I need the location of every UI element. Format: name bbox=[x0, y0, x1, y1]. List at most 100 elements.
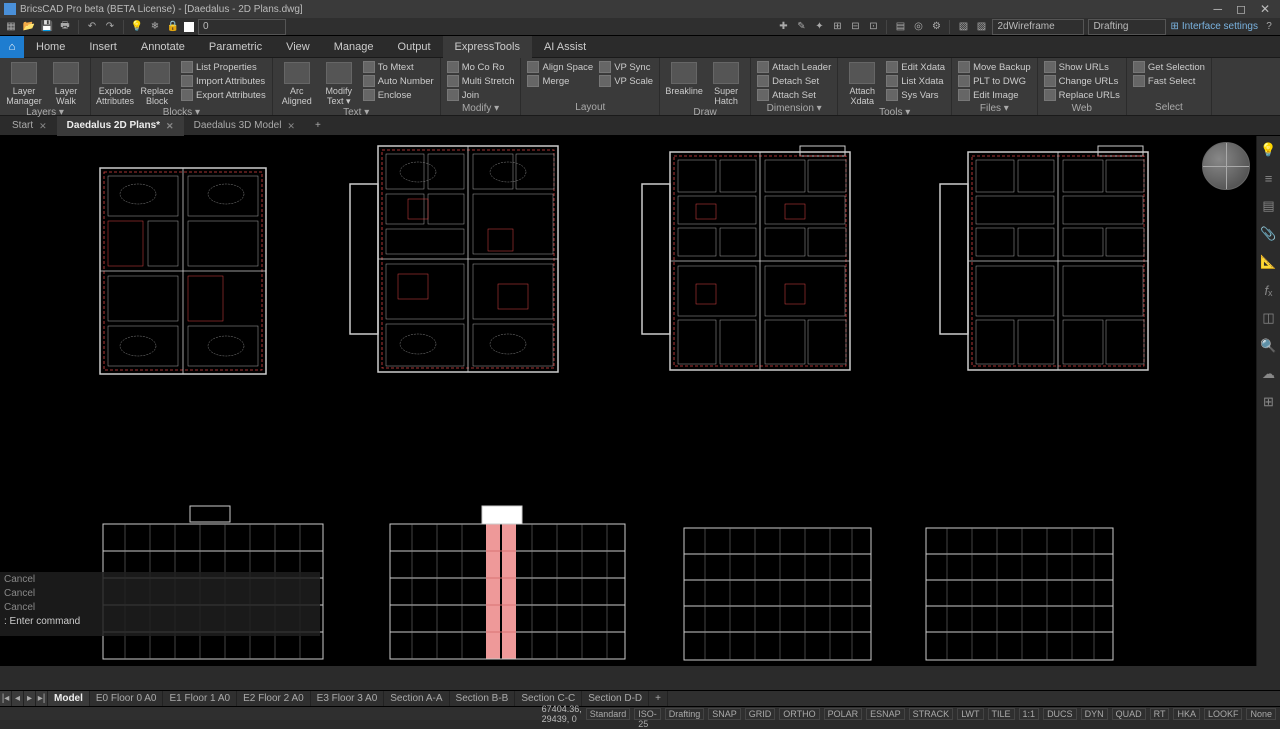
toggle-strack[interactable]: STRACK bbox=[909, 708, 954, 720]
enclose-button[interactable]: Enclose bbox=[361, 88, 436, 102]
breakline-button[interactable]: Breakline bbox=[664, 60, 704, 106]
tool-icon-11[interactable]: ▨ bbox=[974, 20, 988, 34]
tool-icon-4[interactable]: ⊞ bbox=[830, 20, 844, 34]
layers-panel-icon[interactable]: ≡ bbox=[1261, 170, 1277, 186]
attach-leader-button[interactable]: Attach Leader bbox=[755, 60, 833, 74]
panel-modify-label[interactable]: Modify ▾ bbox=[445, 102, 517, 115]
panel-tools-label[interactable]: Tools ▾ bbox=[842, 106, 947, 119]
fast-select-button[interactable]: Fast Select bbox=[1131, 74, 1207, 88]
tab-output[interactable]: Output bbox=[386, 36, 443, 58]
help-icon[interactable]: ? bbox=[1262, 20, 1276, 34]
new-icon[interactable]: ▦ bbox=[4, 20, 18, 34]
tool-icon-3[interactable]: ✦ bbox=[812, 20, 826, 34]
join-button[interactable]: Join bbox=[445, 88, 517, 102]
vp-scale-button[interactable]: VP Scale bbox=[597, 74, 655, 88]
get-selection-button[interactable]: Get Selection bbox=[1131, 60, 1207, 74]
view-navigator[interactable] bbox=[1202, 142, 1250, 190]
multi-stretch-button[interactable]: Multi Stretch bbox=[445, 74, 517, 88]
edit-image-button[interactable]: Edit Image bbox=[956, 88, 1033, 102]
toggle-lwt[interactable]: LWT bbox=[957, 708, 983, 720]
tab-view[interactable]: View bbox=[274, 36, 322, 58]
edit-xdata-button[interactable]: Edit Xdata bbox=[884, 60, 947, 74]
cmd-prompt[interactable]: : Enter command bbox=[4, 616, 316, 630]
tool-icon-5[interactable]: ⊟ bbox=[848, 20, 862, 34]
auto-number-button[interactable]: Auto Number bbox=[361, 74, 436, 88]
move-backup-button[interactable]: Move Backup bbox=[956, 60, 1033, 74]
search-icon[interactable]: 🔍 bbox=[1261, 338, 1277, 354]
list-xdata-button[interactable]: List Xdata bbox=[884, 74, 947, 88]
tool-icon-9[interactable]: ⚙ bbox=[929, 20, 943, 34]
replace-urls-button[interactable]: Replace URLs bbox=[1042, 88, 1122, 102]
tab-parametric[interactable]: Parametric bbox=[197, 36, 274, 58]
panel-blocks-label[interactable]: Blocks ▾ bbox=[95, 106, 268, 119]
drawing-canvas[interactable]: Cancel Cancel Cancel : Enter command bbox=[0, 136, 1280, 666]
blocks-icon[interactable]: ◫ bbox=[1261, 310, 1277, 326]
super-hatch-button[interactable]: Super Hatch bbox=[706, 60, 746, 106]
status-standard[interactable]: Standard bbox=[586, 708, 631, 720]
layer-bulb-icon[interactable]: 💡 bbox=[130, 20, 144, 34]
redo-icon[interactable]: ↷ bbox=[103, 20, 117, 34]
explode-attributes-button[interactable]: Explode Attributes bbox=[95, 60, 135, 106]
tab-expresstools[interactable]: ExpressTools bbox=[443, 36, 532, 58]
tool-icon-10[interactable]: ▧ bbox=[956, 20, 970, 34]
visual-style-combo[interactable]: 2dWireframe bbox=[992, 19, 1084, 35]
layout-tab-add[interactable]: + bbox=[649, 691, 668, 707]
status-none[interactable]: None bbox=[1246, 708, 1276, 720]
cloud-icon[interactable]: ☁ bbox=[1261, 366, 1277, 382]
sys-vars-button[interactable]: Sys Vars bbox=[884, 88, 947, 102]
parameters-icon[interactable]: 📐 bbox=[1261, 254, 1277, 270]
minimize-button[interactable]: ─ bbox=[1213, 2, 1222, 16]
import-attributes-button[interactable]: Import Attributes bbox=[179, 74, 268, 88]
tab-home[interactable]: Home bbox=[24, 36, 77, 58]
layer-combo[interactable]: 0 bbox=[198, 19, 286, 35]
layout-tab-dd[interactable]: Section D-D bbox=[582, 691, 649, 707]
toggle-grid[interactable]: GRID bbox=[745, 708, 776, 720]
panel-text-label[interactable]: Text ▾ bbox=[277, 106, 436, 119]
toggle-lookf[interactable]: LOOKF bbox=[1204, 708, 1243, 720]
toggle-scale[interactable]: 1:1 bbox=[1019, 708, 1040, 720]
attach-xdata-button[interactable]: Attach Xdata bbox=[842, 60, 882, 106]
layer-color-icon[interactable] bbox=[184, 22, 194, 32]
structure-icon[interactable]: ▤ bbox=[1261, 198, 1277, 214]
open-icon[interactable]: 📂 bbox=[22, 20, 36, 34]
layer-lock-icon[interactable]: 🔒 bbox=[166, 20, 180, 34]
save-icon[interactable]: 💾 bbox=[40, 20, 54, 34]
toggle-esnap[interactable]: ESNAP bbox=[866, 708, 905, 720]
modify-text-button[interactable]: Modify Text ▾ bbox=[319, 60, 359, 106]
layer-walk-button[interactable]: Layer Walk bbox=[46, 60, 86, 106]
panel-layers-label[interactable]: Layers ▾ bbox=[4, 106, 86, 119]
attach-set-button[interactable]: Attach Set bbox=[755, 88, 833, 102]
maximize-button[interactable]: ◻ bbox=[1236, 2, 1246, 16]
toggle-ortho[interactable]: ORTHO bbox=[779, 708, 819, 720]
tab-manage[interactable]: Manage bbox=[322, 36, 386, 58]
tab-annotate[interactable]: Annotate bbox=[129, 36, 197, 58]
status-workspace[interactable]: Drafting bbox=[665, 708, 705, 720]
close-button[interactable]: ✕ bbox=[1260, 2, 1270, 16]
detach-set-button[interactable]: Detach Set bbox=[755, 74, 833, 88]
layer-freeze-icon[interactable]: ❄ bbox=[148, 20, 162, 34]
toggle-hka[interactable]: HKA bbox=[1173, 708, 1200, 720]
attachments-icon[interactable]: 📎 bbox=[1261, 226, 1277, 242]
toggle-quad[interactable]: QUAD bbox=[1112, 708, 1146, 720]
toggle-ducs[interactable]: DUCS bbox=[1043, 708, 1077, 720]
tab-insert[interactable]: Insert bbox=[77, 36, 129, 58]
to-mtext-button[interactable]: To Mtext bbox=[361, 60, 436, 74]
tab-aiassist[interactable]: AI Assist bbox=[532, 36, 598, 58]
command-window[interactable]: Cancel Cancel Cancel : Enter command bbox=[0, 572, 320, 636]
tips-icon[interactable]: 💡 bbox=[1261, 142, 1277, 158]
status-iso[interactable]: ISO-25 bbox=[634, 708, 661, 720]
tool-icon-7[interactable]: ▤ bbox=[893, 20, 907, 34]
arc-aligned-button[interactable]: Arc Aligned bbox=[277, 60, 317, 106]
toggle-dyn[interactable]: DYN bbox=[1081, 708, 1108, 720]
layer-manager-button[interactable]: Layer Manager bbox=[4, 60, 44, 106]
tool-icon-6[interactable]: ⊡ bbox=[866, 20, 880, 34]
toggle-polar[interactable]: POLAR bbox=[824, 708, 863, 720]
panel-dimension-label[interactable]: Dimension ▾ bbox=[755, 102, 833, 115]
fx-icon[interactable]: fₓ bbox=[1261, 282, 1277, 298]
tool-icon-1[interactable]: ✚ bbox=[776, 20, 790, 34]
toggle-tile[interactable]: TILE bbox=[988, 708, 1015, 720]
show-urls-button[interactable]: Show URLs bbox=[1042, 60, 1122, 74]
panel-files-label[interactable]: Files ▾ bbox=[956, 102, 1033, 115]
export-attributes-button[interactable]: Export Attributes bbox=[179, 88, 268, 102]
tool-icon-2[interactable]: ✎ bbox=[794, 20, 808, 34]
